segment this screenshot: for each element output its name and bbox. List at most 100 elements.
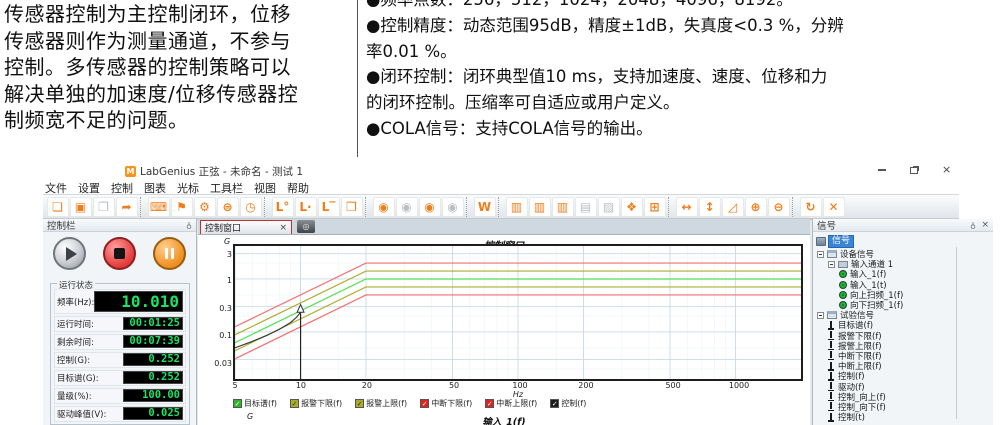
expander-icon[interactable] <box>817 251 824 258</box>
open-button[interactable]: ❐ <box>93 197 115 217</box>
menu-item-1[interactable]: 设置 <box>78 180 100 193</box>
stop-button[interactable] <box>103 237 136 270</box>
chart-bars-1-button[interactable]: ▥ <box>506 197 528 217</box>
menu-item-4[interactable]: 光标 <box>177 180 199 193</box>
device-icon <box>827 250 837 258</box>
signal-display-2-button[interactable]: ◉ <box>396 197 418 217</box>
signal-icon <box>828 351 835 360</box>
cursor-peak-button[interactable]: L° <box>272 197 294 217</box>
signal-icon <box>828 362 835 371</box>
refresh-button[interactable]: ↻ <box>800 197 822 217</box>
cursor-marker-icon[interactable] <box>297 305 304 313</box>
chart-bars-3-button[interactable]: ▥ <box>552 197 574 217</box>
zoom-in-button[interactable]: ⊕ <box>745 197 767 217</box>
legend-item: ✓控制(f) <box>550 398 586 409</box>
menu-item-6[interactable]: 视图 <box>254 180 276 193</box>
minimize-icon[interactable] <box>878 169 886 171</box>
plot-area[interactable]: G Hz 310.30.10.03 51020501002005001000 <box>233 244 803 381</box>
schedule-button[interactable]: ◷ <box>240 197 262 217</box>
pause-icon <box>165 248 174 259</box>
legend-checkbox[interactable]: ✓ <box>355 399 364 408</box>
doc-paragraph-left: 传感器控制为主控制闭环，位移传感器则作为测量通道，不参与控制。多传感器的控制策略… <box>4 1 356 134</box>
signal-display-1-button[interactable]: ◉ <box>373 197 395 217</box>
cursor-point-button[interactable]: L· <box>295 197 317 217</box>
word-report-button[interactable]: W <box>474 197 496 217</box>
legend-checkbox[interactable]: ✓ <box>485 399 494 408</box>
menu-item-7[interactable]: 帮助 <box>287 180 309 193</box>
chart-single-button[interactable]: ▨ <box>598 197 620 217</box>
limit-settings-button[interactable]: ⊜ <box>217 197 239 217</box>
legend-checkbox[interactable]: ✓ <box>550 399 559 408</box>
hardware-config-button[interactable]: ⌨ <box>148 197 170 217</box>
window-title: LabGenius 正弦 - 未命名 - 测试 1 <box>140 164 303 179</box>
restore-icon[interactable] <box>910 167 918 174</box>
test-settings-button[interactable]: ⚙ <box>194 197 216 217</box>
save-button[interactable]: ▣ <box>70 197 92 217</box>
close-icon[interactable]: × <box>981 220 989 230</box>
expander-icon[interactable] <box>817 312 824 319</box>
export-button[interactable]: ➦ <box>116 197 138 217</box>
zoom-out-icon: ⊖ <box>773 201 783 213</box>
zoom-box-icon: ◿ <box>728 201 737 213</box>
signal-root-row[interactable]: 信号 <box>816 235 854 248</box>
status-label: 控制(G): <box>57 354 90 366</box>
legend-item: ✓中断下限(f) <box>420 398 472 409</box>
chart-overlay-button[interactable]: ▤ <box>575 197 597 217</box>
close-icon[interactable]: × <box>942 165 951 175</box>
chart-canvas <box>235 246 801 379</box>
tree-item[interactable]: 控制(t) <box>815 412 991 422</box>
zoom-reset-button[interactable]: ✕ <box>823 197 845 217</box>
legend-label: 目标谱(f) <box>244 398 277 409</box>
cursor-point-icon: L· <box>299 201 311 213</box>
refresh-icon: ↻ <box>805 201 815 213</box>
menu-item-2[interactable]: 控制 <box>111 180 133 193</box>
play-button[interactable] <box>53 237 86 270</box>
pin-icon[interactable]: ⚲ <box>970 221 976 230</box>
menu-item-0[interactable]: 文件 <box>45 180 67 193</box>
menu-item-5[interactable]: 工具栏 <box>210 180 243 193</box>
y-tick-label: 0.03 <box>206 359 232 368</box>
zoom-box-button[interactable]: ◿ <box>722 197 744 217</box>
signal-display-3-button[interactable]: ◉ <box>419 197 441 217</box>
zoom-out-button[interactable]: ⊖ <box>768 197 790 217</box>
legend-checkbox[interactable]: ✓ <box>233 399 242 408</box>
signal-display-4-icon: ◉ <box>447 201 457 213</box>
cursor-harmonic-button[interactable]: L‾ <box>318 197 340 217</box>
expander-icon[interactable] <box>828 261 835 268</box>
zoom-horizontal-button[interactable]: ↔ <box>676 197 698 217</box>
signal-panel-title: 信号 <box>817 218 836 232</box>
signal-display-4-button[interactable]: ◉ <box>442 197 464 217</box>
status-row-0: 运行时间:00:01:25 <box>54 316 186 333</box>
zoom-vertical-button[interactable]: ↕ <box>699 197 721 217</box>
tree-item[interactable]: 输入_1(f) <box>815 269 991 279</box>
tab-control-window[interactable]: 控制窗口 × <box>200 220 292 234</box>
menu-item-3[interactable]: 图表 <box>144 180 166 193</box>
legend-label: 中断上限(f) <box>496 398 537 409</box>
y-tick-label: 3 <box>206 250 232 259</box>
doc-line: 率0.01 %。 <box>366 39 998 65</box>
pin-icon[interactable]: ⚲ <box>186 221 192 230</box>
chart-bars-2-button[interactable]: ▥ <box>529 197 551 217</box>
doc-line: 传感器则作为测量通道，不参与 <box>4 28 356 55</box>
signal-display-3-icon: ◉ <box>424 201 434 213</box>
new-file-button[interactable]: ❏ <box>47 197 69 217</box>
tree-item[interactable]: 设备信号 <box>815 249 991 259</box>
legend-item: ✓报警上限(f) <box>355 398 407 409</box>
status-value: 00:07:39 <box>123 335 183 348</box>
control-panel-button[interactable]: ⚑ <box>171 197 193 217</box>
copy-window-button[interactable]: ❒ <box>341 197 363 217</box>
status-row-1: 剩余时间:00:07:39 <box>54 334 186 351</box>
legend-checkbox[interactable]: ✓ <box>290 399 299 408</box>
pause-button[interactable] <box>153 237 186 270</box>
legend-checkbox[interactable]: ✓ <box>420 399 429 408</box>
layout-quad-button[interactable]: ❖ <box>621 197 643 217</box>
chart-bars-3-icon: ▥ <box>557 201 568 213</box>
layout-grid-button[interactable]: ⊞ <box>644 197 666 217</box>
tree-item[interactable]: 输入通道 1 <box>815 259 991 269</box>
screenshot-button[interactable]: ◎ <box>297 220 315 233</box>
status-value: 0.252 <box>123 371 183 384</box>
x-tick-label: 1000 <box>729 381 749 390</box>
tab-close-icon[interactable]: × <box>279 224 287 232</box>
toolbar-separator <box>498 197 502 217</box>
control-bar-header: 控制栏 ⚲ <box>43 219 196 232</box>
